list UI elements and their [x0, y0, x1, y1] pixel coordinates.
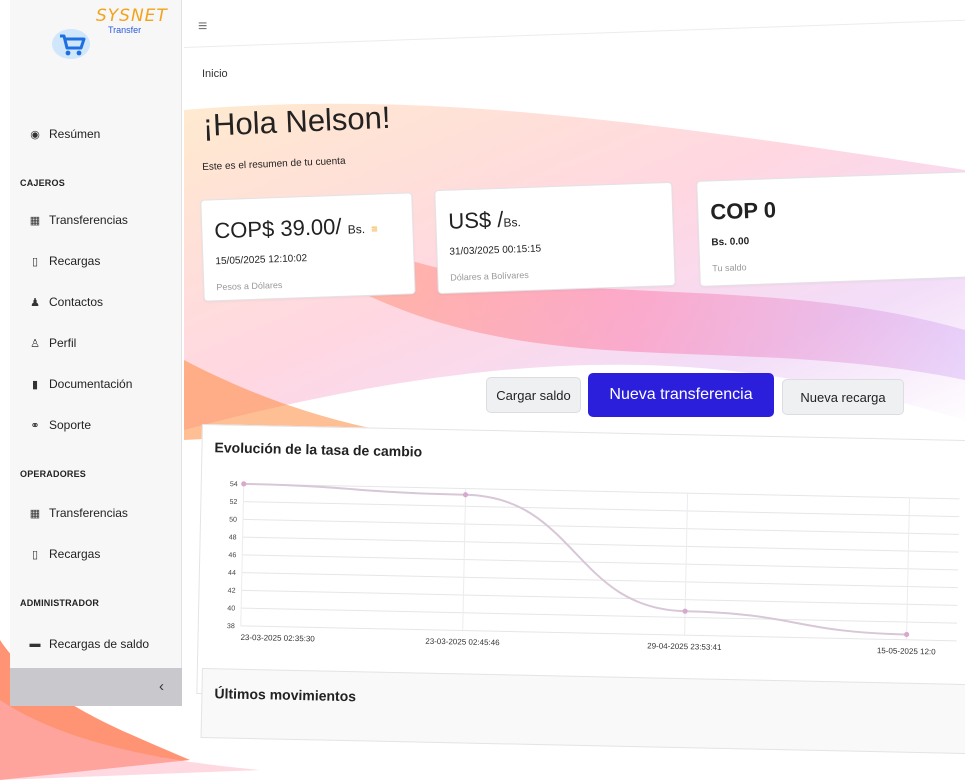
x-tick-label: 23-03-2025 02:45:46 — [425, 637, 500, 648]
rate-value: US$ /Bs. — [447, 206, 522, 234]
data-point — [904, 631, 910, 638]
exchange-rate-chart: 54 52 50 48 46 44 42 40 38 23-03-2025 02:35:30 23-… — [227, 481, 960, 656]
y-tick-label: 54 — [230, 481, 238, 488]
series-line — [243, 482, 907, 636]
sidebar-item-documentacion[interactable]: ▮ Documentación — [28, 373, 132, 395]
rate-card-usd: US$ /Bs. 31/03/2025 00:15:15 Dólares a B… — [434, 181, 676, 295]
data-point — [241, 481, 247, 487]
gridline — [242, 554, 959, 571]
brand-sub: Transfer — [108, 25, 142, 35]
rate-card-cop: COP$ 39.00/ Bs. ≡ 15/05/2025 12:10:02 Pe… — [200, 192, 416, 302]
sidebar-item-transferencias[interactable]: ▦ Transferencias — [28, 209, 128, 231]
y-tick-label: 52 — [229, 499, 237, 506]
equals-icon: ≡ — [371, 223, 378, 236]
balance-bs: Bs. 0.00 — [711, 236, 750, 249]
sidebar-item-op-transferencias[interactable]: ▦ Transferencias — [28, 502, 128, 524]
logo[interactable]: SYSNET Transfer — [50, 4, 170, 60]
panel-title: Últimos movimientos — [214, 685, 357, 705]
data-point — [462, 492, 469, 498]
panel-title: Evolución de la tasa de cambio — [214, 439, 423, 460]
money-icon: ▦ — [29, 507, 41, 520]
palette-icon: ◉ — [30, 128, 40, 141]
gridline — [242, 536, 959, 553]
brand-name: SYSNET — [96, 6, 168, 26]
section-administrador: ADMINISTRADOR — [20, 598, 100, 608]
data-point — [682, 608, 688, 614]
menu-toggle-icon[interactable]: ≡ — [198, 18, 207, 36]
user-icon: ♙ — [30, 337, 40, 350]
y-tick-label: 42 — [228, 588, 236, 595]
mobile-icon: ▯ — [31, 548, 39, 561]
x-tick-label: 23-03-2025 02:35:30 — [240, 633, 315, 644]
x-tick-label: 15-05-2025 12:0 — [877, 646, 936, 656]
cart-logo-icon — [52, 29, 90, 59]
sidebar-item-label: Recargas de saldo — [49, 637, 150, 651]
sidebar-item-recargas[interactable]: ▯ Recargas — [28, 250, 100, 272]
rate-date: 31/03/2025 00:15:15 — [449, 243, 542, 258]
sidebar-item-label: Recargas — [49, 254, 101, 268]
sidebar-item-label: Resúmen — [49, 127, 101, 141]
y-tick-label: 50 — [229, 517, 237, 524]
section-cajeros: CAJEROS — [20, 178, 65, 188]
gridline — [241, 572, 958, 589]
mobile-icon: ▯ — [31, 255, 39, 268]
rate-note: Pesos a Dólares — [216, 279, 283, 293]
credit-card-icon: ▬ — [29, 638, 41, 650]
x-tick-label: 29-04-2025 23:53:41 — [647, 641, 722, 652]
sidebar-item-label: Recargas — [49, 547, 101, 561]
breadcrumb[interactable]: Inicio — [202, 68, 228, 80]
rate-value: COP$ 39.00/ Bs. ≡ — [213, 213, 378, 244]
y-tick-label: 46 — [228, 552, 236, 559]
balance-card: COP 0 Bs. 0.00 Tu saldo — [696, 171, 965, 287]
gridline — [243, 518, 959, 535]
gridline — [243, 483, 960, 500]
sidebar-item-recargas-saldo[interactable]: ▬ Recargas de saldo — [28, 633, 150, 655]
balance-value: COP 0 — [709, 197, 777, 225]
rate-date: 15/05/2025 12:10:02 — [215, 253, 308, 268]
sidebar-item-label: Contactos — [49, 295, 104, 309]
money-icon: ▦ — [29, 214, 41, 227]
gridline — [241, 607, 958, 624]
app-screen: SYSNET Transfer ◉ Resúmen CAJEROS ▦ Tran… — [0, 0, 965, 780]
nueva-transferencia-button[interactable]: Nueva transferencia — [588, 373, 774, 417]
gridline — [240, 625, 957, 642]
rate-note: Dólares a Bolívares — [450, 269, 529, 283]
y-tick-label: 38 — [227, 623, 235, 630]
chevron-left-icon: ‹ — [159, 678, 164, 695]
headset-icon: ⚭ — [30, 419, 40, 432]
sidebar-item-label: Transferencias — [49, 213, 128, 227]
balance-note: Tu saldo — [712, 262, 747, 274]
nueva-recarga-button[interactable]: Nueva recarga — [782, 379, 904, 415]
book-icon: ▮ — [31, 378, 39, 391]
y-tick-label: 44 — [228, 570, 236, 577]
users-icon: ♟ — [30, 296, 40, 309]
y-tick-label: 48 — [229, 534, 237, 541]
y-tick-label: 40 — [227, 605, 235, 612]
sidebar-item-label: Documentación — [49, 377, 133, 391]
sidebar-item-label: Soporte — [49, 418, 92, 432]
gridline — [241, 589, 958, 606]
sidebar-item-label: Transferencias — [49, 506, 128, 520]
sidebar-item-perfil[interactable]: ♙ Perfil — [28, 332, 76, 354]
gridline — [243, 501, 960, 518]
section-operadores: OPERADORES — [20, 469, 87, 479]
sidebar-item-label: Perfil — [49, 336, 77, 350]
cargar-saldo-button[interactable]: Cargar saldo — [486, 377, 581, 413]
sidebar-item-soporte[interactable]: ⚭ Soporte — [28, 414, 91, 436]
sidebar-item-contactos[interactable]: ♟ Contactos — [28, 291, 103, 313]
sidebar-collapse-button[interactable]: ‹ — [10, 668, 182, 706]
sidebar: SYSNET Transfer ◉ Resúmen CAJEROS ▦ Tran… — [10, 0, 182, 705]
exchange-rate-panel: Evolución de la tasa de cambio 54 52 50 48 4… — [196, 424, 965, 711]
sidebar-item-op-recargas[interactable]: ▯ Recargas — [28, 543, 100, 565]
sidebar-item-resumen[interactable]: ◉ Resúmen — [28, 123, 100, 145]
